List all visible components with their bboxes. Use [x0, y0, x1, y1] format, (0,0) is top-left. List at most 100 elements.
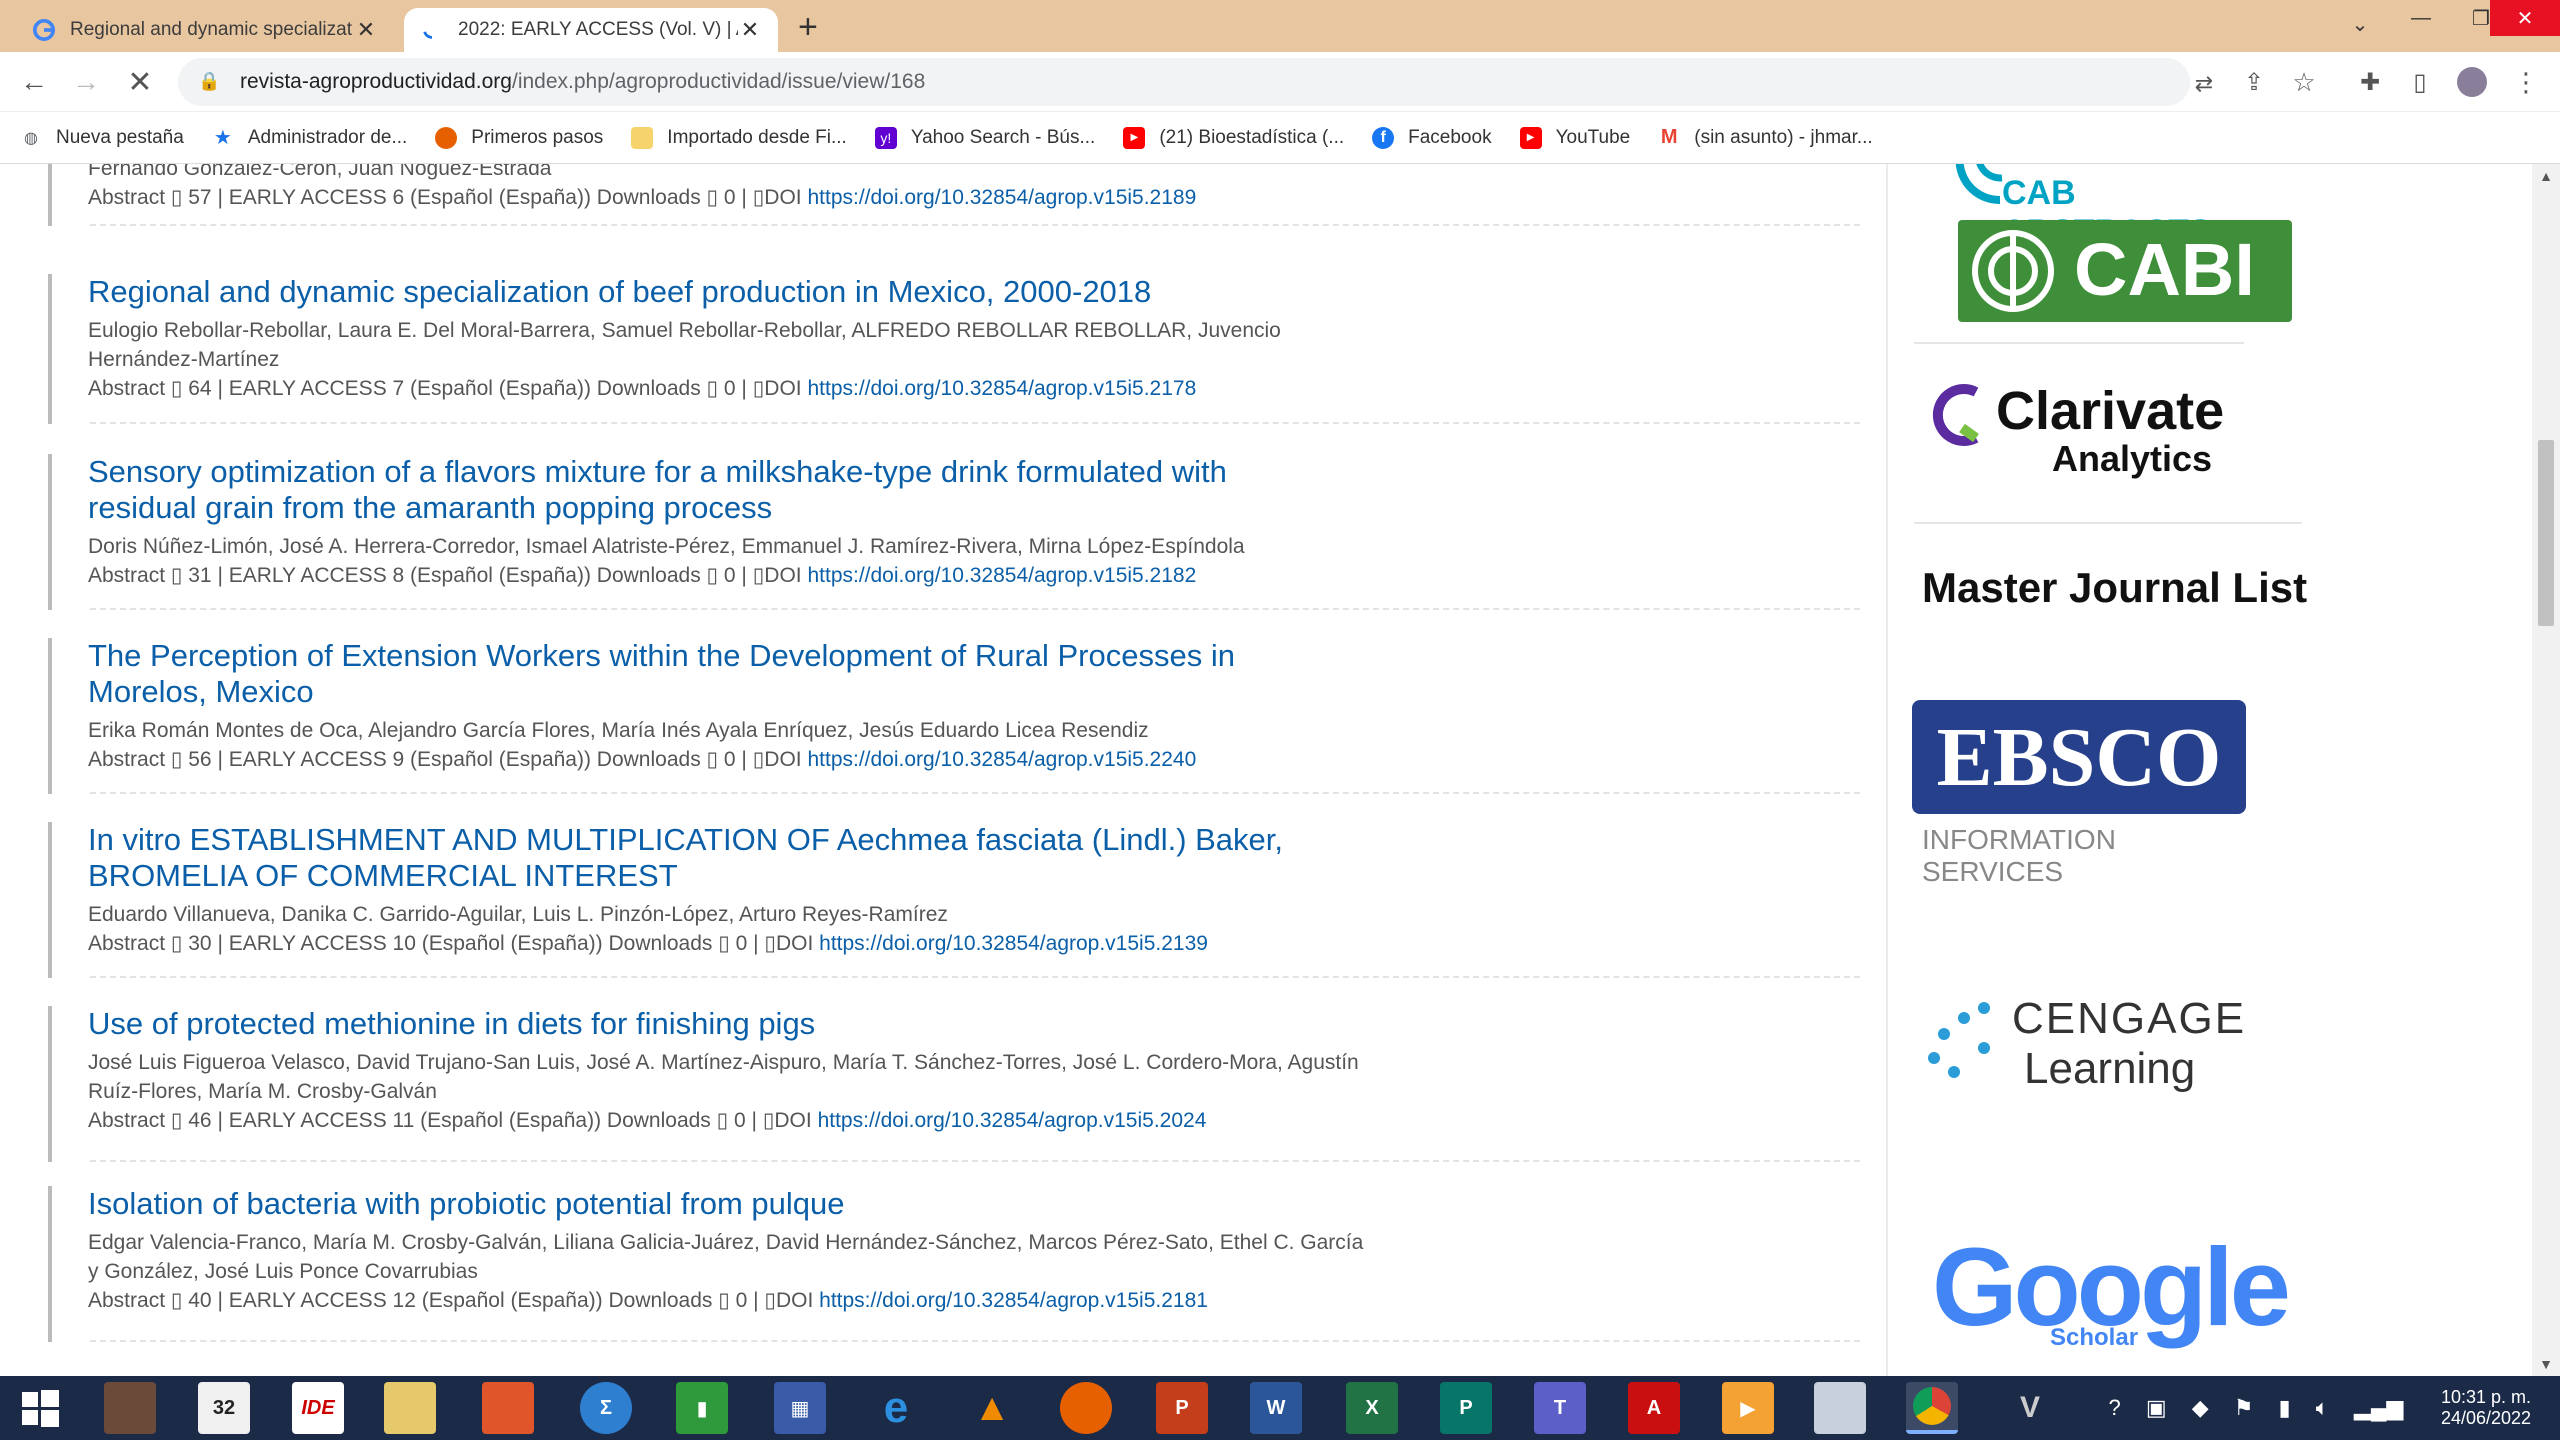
clock[interactable]: 10:31 p. m. 24/06/2022 [2426, 1376, 2546, 1440]
file-explorer-icon[interactable] [384, 1382, 436, 1434]
article-meta: Abstract ▯ 56 | EARLY ACCESS 9 (Español … [88, 748, 1197, 771]
wifi-icon[interactable]: ▂▄▆ [2354, 1395, 2403, 1421]
excel-icon[interactable]: X [1346, 1382, 1398, 1434]
bookmark-star-icon[interactable]: ☆ [2286, 64, 2322, 100]
tab-regional[interactable]: Regional and dynamic specializat ✕ [16, 8, 394, 52]
ebsco-logo[interactable]: EBSCO [1912, 700, 2246, 814]
bookmark-item[interactable]: Importado desde Fi... [631, 126, 847, 149]
new-tab-button[interactable]: + [798, 10, 818, 44]
app-icon[interactable] [104, 1382, 156, 1434]
side-panel-icon[interactable]: ▯ [2402, 64, 2438, 100]
article-authors: Fernando González-Cerón, Juan Noguez-Est… [88, 164, 552, 180]
help-icon[interactable]: ? [2109, 1395, 2121, 1421]
bookmark-item[interactable]: y! Yahoo Search - Bús... [874, 126, 1095, 149]
bookmark-item[interactable]: ★ Administrador de... [212, 127, 407, 150]
avatar[interactable] [2454, 64, 2490, 100]
app-icon[interactable] [482, 1382, 534, 1434]
chrome-icon[interactable] [1906, 1382, 1958, 1434]
media-player-icon[interactable]: ▶ [1722, 1382, 1774, 1434]
doi-link[interactable]: https://doi.org/10.32854/agrop.v15i5.218… [807, 186, 1196, 209]
flag-icon[interactable]: ⚑ [2234, 1395, 2254, 1421]
close-window-button[interactable]: ✕ [2490, 0, 2560, 36]
article-title-link[interactable]: Sensory optimization of a flavors mixtur… [88, 454, 1338, 526]
article-item: Fernando González-Cerón, Juan Noguez-Est… [48, 164, 1860, 226]
teams-icon[interactable]: T [1534, 1382, 1586, 1434]
article-title-link[interactable]: The Perception of Extension Workers with… [88, 638, 1338, 710]
article-meta: Abstract ▯ 30 | EARLY ACCESS 10 (Español… [88, 932, 1208, 955]
vlc-icon[interactable]: ▲ [966, 1382, 1018, 1434]
google-icon [32, 18, 56, 42]
article-item: In vitro ESTABLISHMENT AND MULTIPLICATIO… [48, 822, 1860, 978]
bookmarks-bar: ◍ Nueva pestaña ★ Administrador de... Prim… [0, 112, 2560, 164]
system-tray[interactable]: ? ▣ ◆ ⚑ ▮ 🔈︎ ▂▄▆ [2096, 1376, 2416, 1440]
bookmark-item[interactable]: ▶ YouTube [1519, 126, 1630, 149]
windows-start-icon[interactable] [14, 1382, 66, 1434]
doi-link[interactable]: https://doi.org/10.32854/agrop.v15i5.218… [807, 564, 1196, 587]
app-icon[interactable]: V [2004, 1382, 2056, 1434]
facebook-icon: f [1372, 126, 1395, 149]
internet-explorer-icon[interactable]: e [870, 1382, 922, 1434]
doi-link[interactable]: https://doi.org/10.32854/agrop.v15i5.218… [819, 1289, 1208, 1312]
battery-icon[interactable]: ▮ [2279, 1395, 2291, 1421]
tab-early-access[interactable]: 2022: EARLY ACCESS (Vol. V) | Ag ✕ [404, 8, 778, 52]
close-icon[interactable]: ✕ [354, 17, 378, 43]
article-title-link[interactable]: Use of protected methionine in diets for… [88, 1006, 1338, 1042]
loading-icon [420, 18, 444, 42]
article-authors: Doris Núñez-Limón, José A. Herrera-Corre… [88, 535, 1245, 558]
bookmark-item[interactable]: f Facebook [1372, 126, 1492, 149]
bookmark-item[interactable]: ▶ (21) Bioestadística (... [1123, 126, 1344, 149]
powerpoint-icon[interactable]: P [1156, 1382, 1208, 1434]
publisher-icon[interactable]: P [1440, 1382, 1492, 1434]
cab-abstracts-logo[interactable]: CAB ABSTRACTS [1952, 164, 2282, 251]
calendar-icon[interactable]: 32 [198, 1382, 250, 1434]
back-icon[interactable]: ← [16, 64, 52, 100]
tab-strip: Regional and dynamic specializat ✕ 2022:… [0, 0, 2560, 52]
article-authors: Eduardo Villanueva, Danika C. Garrido-Ag… [88, 903, 948, 926]
acrobat-icon[interactable]: A [1628, 1382, 1680, 1434]
volume-icon[interactable]: 🔈︎ [2316, 1395, 2329, 1421]
article-item: The Perception of Extension Workers with… [48, 638, 1860, 794]
page-scrollbar[interactable]: ▲ ▼ [2532, 164, 2560, 1376]
clarivate-logo[interactable]: Clarivate Analytics [1932, 370, 2252, 480]
translate-icon[interactable]: ⇄ [2186, 66, 2222, 102]
article-title-link[interactable]: Regional and dynamic specialization of b… [88, 274, 1338, 310]
minimize-button[interactable]: — [2396, 0, 2446, 36]
bookmark-item[interactable]: ◍ Nueva pestaña [20, 127, 184, 149]
app-grid-icon[interactable]: ▦ [774, 1382, 826, 1434]
doi-link[interactable]: https://doi.org/10.32854/agrop.v15i5.224… [807, 748, 1196, 771]
app-icon[interactable]: Σ [580, 1382, 632, 1434]
close-icon[interactable]: ✕ [738, 17, 762, 43]
indexing-sidebar: CAB ABSTRACTS CABI Clarivate Analytics M… [1886, 164, 2560, 1376]
article-authors: Eulogio Rebollar-Rebollar, Laura E. Del … [88, 319, 1281, 371]
article-title-link[interactable]: In vitro ESTABLISHMENT AND MULTIPLICATIO… [88, 822, 1338, 894]
shield-icon[interactable]: ◆ [2192, 1395, 2209, 1421]
tab-search-icon[interactable]: ⌄ [2340, 6, 2380, 42]
firefox-icon[interactable] [1060, 1382, 1112, 1434]
windows-taskbar: 32 IDE Σ ▮ ▦ e ▲ P W X P T A ▶ V ? ▣ ◆ ⚑… [0, 1376, 2560, 1440]
cengage-logo[interactable]: CENGAGE Learning [1924, 994, 2244, 1104]
forward-icon[interactable]: → [68, 64, 104, 100]
google-scholar-logo[interactable]: Google Scholar [1932, 1224, 2312, 1354]
app-icon[interactable] [1814, 1382, 1866, 1434]
address-bar[interactable]: 🔒 revista-agroproductividad.org/index.ph… [178, 58, 2190, 106]
tab-title: 2022: EARLY ACCESS (Vol. V) | Ag [458, 19, 738, 40]
master-journal-list-logo[interactable]: Master Journal List [1922, 564, 2322, 624]
doi-link[interactable]: https://doi.org/10.32854/agrop.v15i5.213… [819, 932, 1208, 955]
bookmark-item[interactable]: M (sin asunto) - jhmar... [1658, 126, 1873, 149]
word-icon[interactable]: W [1250, 1382, 1302, 1434]
extensions-icon[interactable]: ✚ [2352, 64, 2388, 100]
doi-link[interactable]: https://doi.org/10.32854/agrop.v15i5.217… [807, 377, 1196, 400]
network-icon[interactable]: ▣ [2146, 1395, 2167, 1421]
browser-toolbar: ← → ✕ 🔒 revista-agroproductividad.org/in… [0, 52, 2560, 112]
stop-icon[interactable]: ✕ [122, 64, 158, 100]
bookmark-item[interactable]: Primeros pasos [435, 126, 603, 149]
cabi-logo[interactable]: CABI [1958, 220, 2292, 322]
menu-icon[interactable]: ⋮ [2508, 64, 2544, 100]
share-icon[interactable]: ⇪ [2236, 64, 2272, 100]
article-title-link[interactable]: Isolation of bacteria with probiotic pot… [88, 1186, 1338, 1222]
scrollbar-thumb[interactable] [2538, 440, 2554, 626]
youtube-icon: ▶ [1123, 126, 1146, 149]
chart-app-icon[interactable]: ▮ [676, 1382, 728, 1434]
doi-link[interactable]: https://doi.org/10.32854/agrop.v15i5.202… [818, 1109, 1207, 1132]
ide-icon[interactable]: IDE [292, 1382, 344, 1434]
